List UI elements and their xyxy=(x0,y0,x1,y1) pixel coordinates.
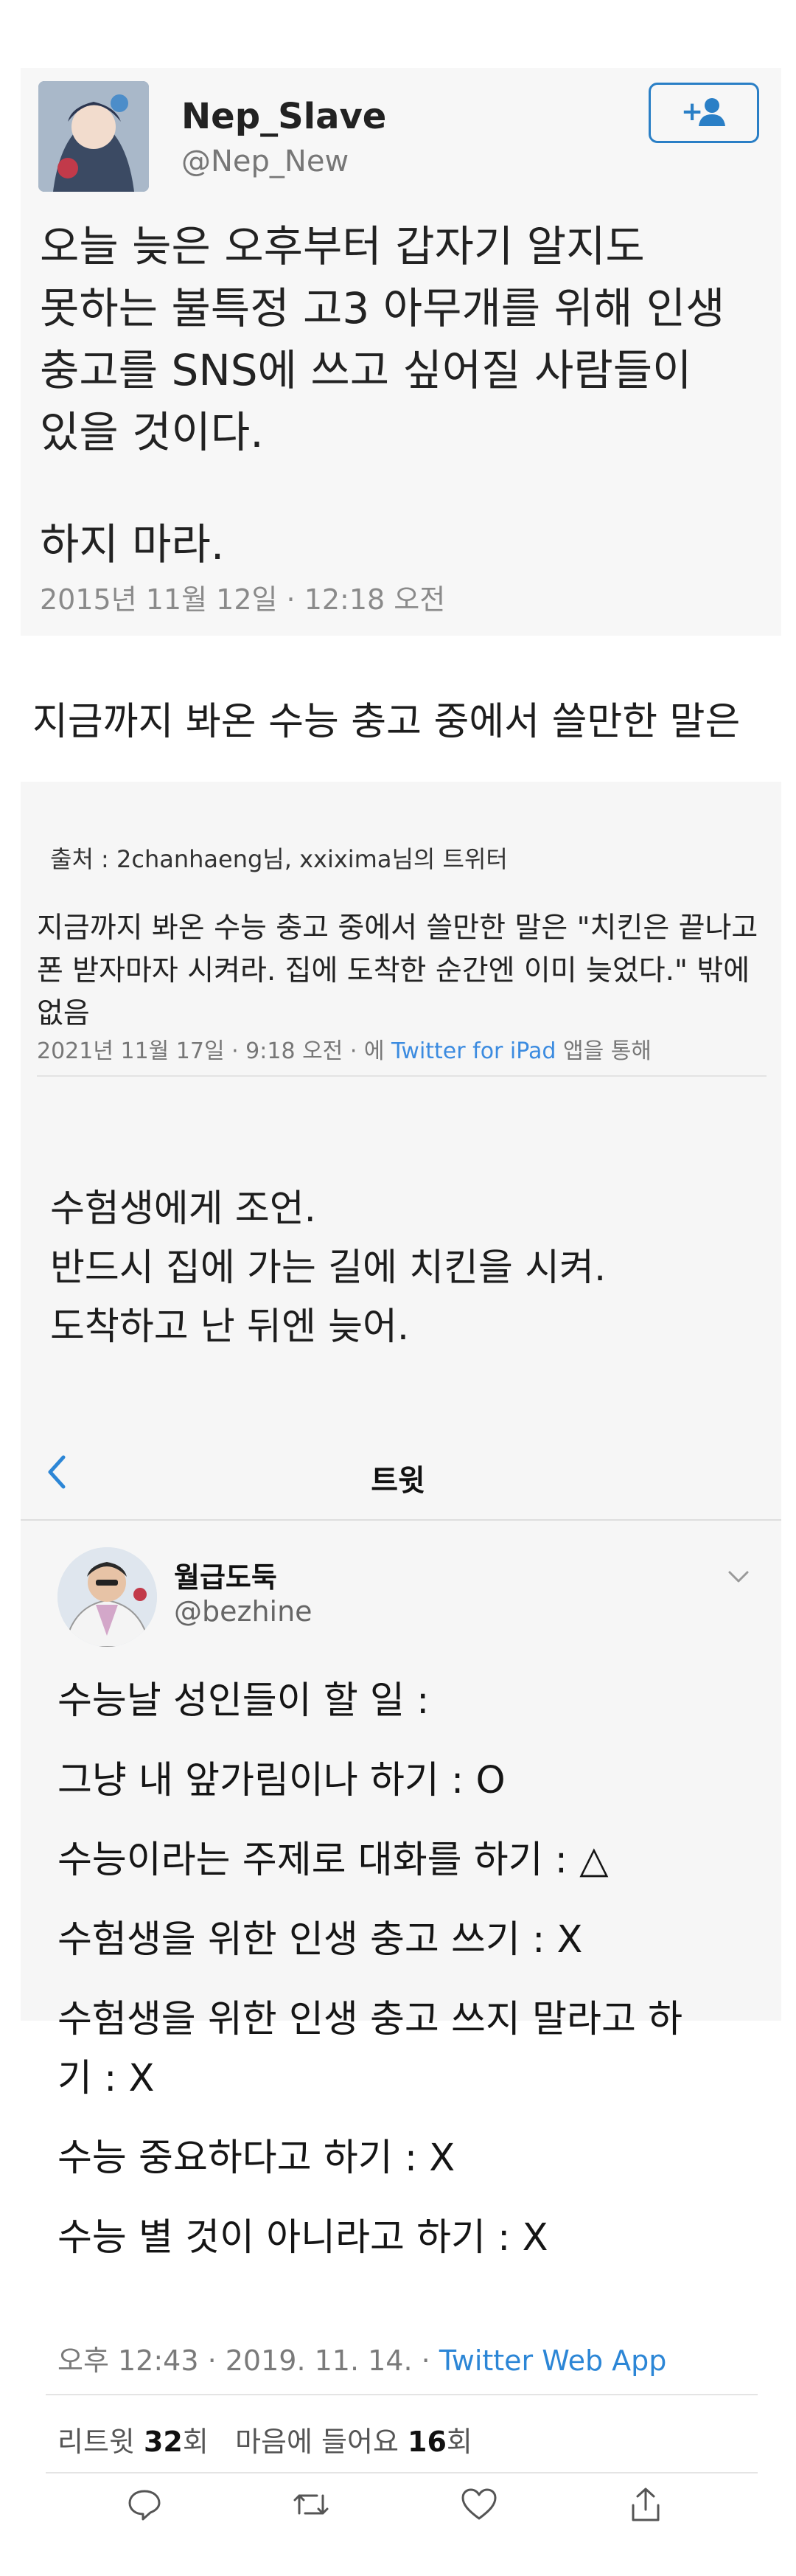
tweet-line: 기 : X xyxy=(57,2057,155,2100)
tweet-timestamp[interactable]: 2021년 11월 17일 · 9:18 오전 · 에 xyxy=(37,1038,385,1064)
app-link[interactable]: Twitter Web App xyxy=(439,2344,667,2377)
screen-title: 트윗 xyxy=(371,1464,425,1498)
avatar[interactable] xyxy=(38,81,149,192)
retweet-label: 리트윗 xyxy=(57,2426,135,2458)
tweet-line: 못하는 불특정 고3 아무개를 위해 인생 xyxy=(40,283,725,333)
tweet-line: 수험생을 위한 인생 충고 쓰지 말라고 하 xyxy=(57,1998,682,2041)
tweet-line: 수능이라는 주제로 대화를 하기 : △ xyxy=(57,1839,609,1882)
author-handle[interactable]: @Nep_New xyxy=(181,145,349,178)
tweet-line: 수능날 성인들이 할 일 : xyxy=(57,1679,430,1723)
tweet-text: 지금까지 봐온 수능 충고 중에서 쓸만한 말은 "치킨은 끝나고 폰 받자마자… xyxy=(37,912,758,1030)
author-name[interactable]: Nep_Slave xyxy=(181,96,386,137)
advice-line: 도착하고 난 뒤엔 늦어. xyxy=(50,1305,410,1349)
like-unit: 회 xyxy=(446,2426,472,2458)
tweet-meta: 2021년 11월 17일 · 9:18 오전 · 에 Twitter for … xyxy=(37,1032,652,1065)
tweet-text: 오늘 늦은 오후부터 갑자기 알지도 못하는 불특정 고3 아무개를 위해 인생… xyxy=(40,215,762,575)
author-handle[interactable]: @bezhine xyxy=(174,1595,313,1628)
app-link[interactable]: Twitter for iPad xyxy=(391,1038,556,1064)
tweet-meta: 오후 12:43 · 2019. 11. 14. · Twitter Web A… xyxy=(57,2338,666,2378)
add-user-icon: + xyxy=(678,95,730,131)
divider xyxy=(46,2394,758,2395)
tweet-line: 수능 중요하다고 하기 : X xyxy=(57,2136,455,2180)
tweet-line: 수험생을 위한 인생 충고 쓰기 : X xyxy=(57,1918,583,1962)
chevron-down-icon xyxy=(724,1571,753,1594)
tweet-line: 그냥 내 앞가림이나 하기 : O xyxy=(57,1759,506,1802)
tweet-card-1: Nep_Slave @Nep_New + 오늘 늦은 오후부터 갑자기 알지도 … xyxy=(21,68,781,636)
share-icon xyxy=(629,2486,663,2526)
source-credit: 출처 : 2chanhaeng님, xxixima님의 트위터 xyxy=(50,845,508,873)
retweet-stat[interactable]: 리트윗 32회 xyxy=(57,2426,209,2458)
avatar[interactable] xyxy=(57,1547,157,1647)
tweet-line: 수능 별 것이 아니라고 하기 : X xyxy=(57,2216,548,2260)
tweet-line: 충고를 SNS에 쓰고 싶어질 사람들이 xyxy=(40,345,692,395)
tweet-line: 하지 마라. xyxy=(40,519,225,569)
tweet-line: 오늘 늦은 오후부터 갑자기 알지도 xyxy=(40,221,645,271)
advice-line: 수험생에게 조언. xyxy=(50,1187,316,1231)
share-button[interactable] xyxy=(624,2484,668,2528)
author-name[interactable]: 월급도둑 xyxy=(174,1555,277,1595)
tweet-timestamp[interactable]: 2015년 11월 12일 · 12:18 오전 xyxy=(40,577,445,617)
retweet-count: 32 xyxy=(143,2426,183,2458)
retweet-icon xyxy=(292,2487,330,2525)
like-button[interactable] xyxy=(457,2484,501,2528)
more-options-button[interactable] xyxy=(724,1562,753,1591)
tweet-timestamp[interactable]: 오후 12:43 · 2019. 11. 14. · xyxy=(57,2344,430,2377)
like-icon xyxy=(461,2488,498,2524)
advice-text: 수험생에게 조언. 반드시 집에 가는 길에 치킨을 시켜. 도착하고 난 뒤엔… xyxy=(50,1180,772,1357)
divider xyxy=(37,1075,767,1077)
retweet-button[interactable] xyxy=(289,2484,333,2528)
meta-suffix: 앱을 통해 xyxy=(562,1038,652,1064)
engagement-stats: 리트윗 32회 마음에 들어요 16회 xyxy=(57,2419,472,2459)
divider xyxy=(46,2472,758,2473)
retweet-unit: 회 xyxy=(182,2426,209,2458)
divider xyxy=(21,1519,781,1521)
reply-icon xyxy=(127,2487,162,2525)
tweet-line: 있을 것이다. xyxy=(40,407,264,457)
section-heading: 지금까지 봐온 수능 충고 중에서 쓸만한 말은 xyxy=(32,700,741,744)
like-stat[interactable]: 마음에 들어요 16회 xyxy=(235,2426,472,2458)
follow-button[interactable]: + xyxy=(649,83,759,143)
reply-button[interactable] xyxy=(122,2484,167,2528)
like-label: 마음에 들어요 xyxy=(235,2426,399,2458)
like-count: 16 xyxy=(408,2426,447,2458)
advice-line: 반드시 집에 가는 길에 치킨을 시켜. xyxy=(50,1246,607,1290)
